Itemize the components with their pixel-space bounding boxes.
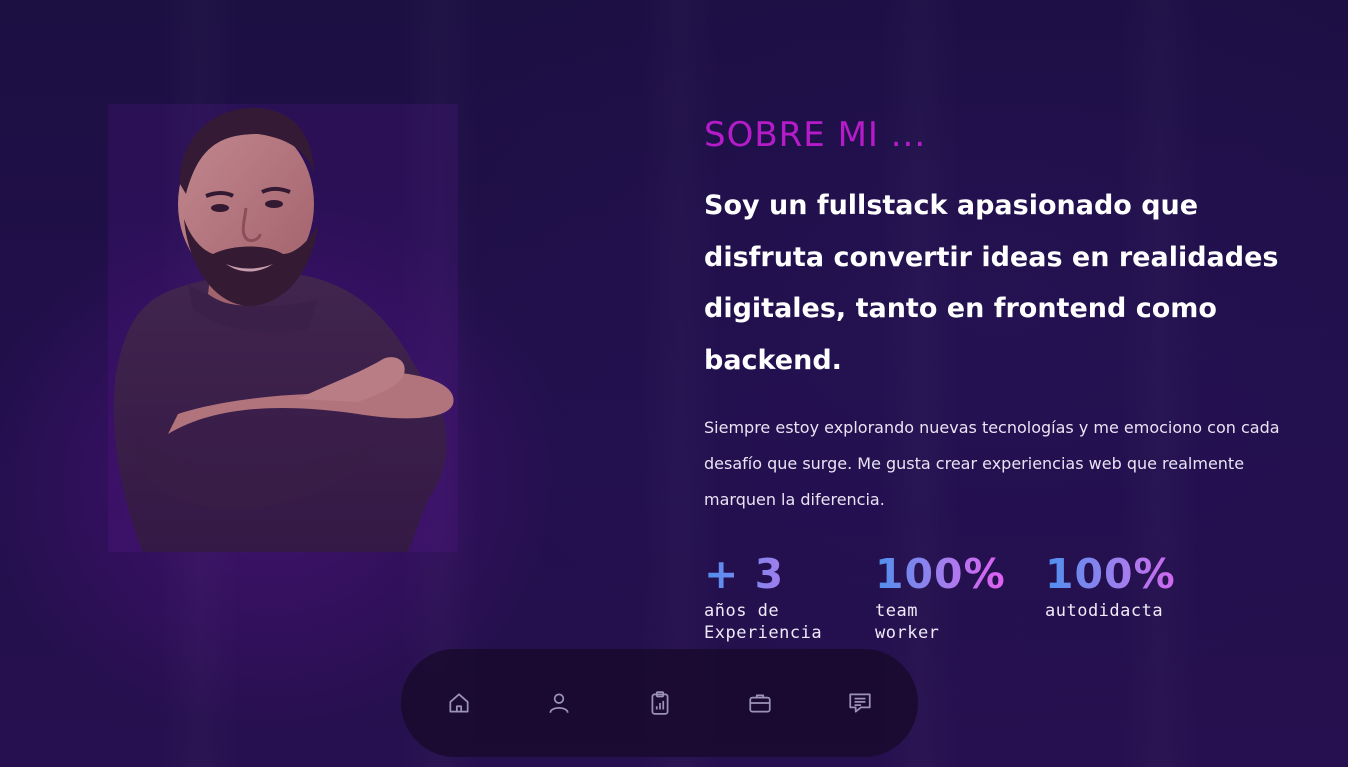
stats-row: + 3 años de Experiencia 100% team worker…: [704, 548, 1264, 658]
stat-value: 100%: [1045, 548, 1195, 600]
nav-home[interactable]: [441, 685, 477, 721]
message-icon: [849, 693, 871, 713]
profile-photo: [108, 104, 458, 552]
stat-self-taught: 100% autodidacta: [1045, 548, 1195, 622]
stat-label: años de Experiencia: [704, 601, 823, 643]
clipboard-chart-icon: [651, 691, 668, 715]
stat-label: autodidacta: [1045, 601, 1164, 621]
nav-contact[interactable]: [842, 685, 878, 721]
bottom-nav: [401, 649, 918, 757]
nav-portfolio[interactable]: [742, 685, 778, 721]
about-headline: Soy un fullstack apasionado que disfruta…: [704, 190, 1279, 376]
stat-value: 100%: [875, 550, 1006, 598]
section-title: SOBRE MI ...: [704, 115, 927, 155]
user-icon: [549, 693, 569, 714]
stat-label: team worker: [875, 601, 940, 643]
nav-about[interactable]: [541, 685, 577, 721]
briefcase-icon: [749, 694, 771, 713]
about-section: SOBRE MI ... Soy un fullstack apasionado…: [0, 0, 1348, 767]
home-icon: [449, 693, 469, 713]
stat-team-worker: 100% team worker: [875, 548, 1006, 644]
nav-skills[interactable]: [642, 685, 678, 721]
stat-value: + 3: [704, 548, 854, 600]
about-description: Siempre estoy explorando nuevas tecnolog…: [704, 418, 1280, 509]
stat-experience: + 3 años de Experiencia: [704, 548, 854, 644]
about-content: SOBRE MI ... Soy un fullstack apasionado…: [704, 110, 1324, 518]
